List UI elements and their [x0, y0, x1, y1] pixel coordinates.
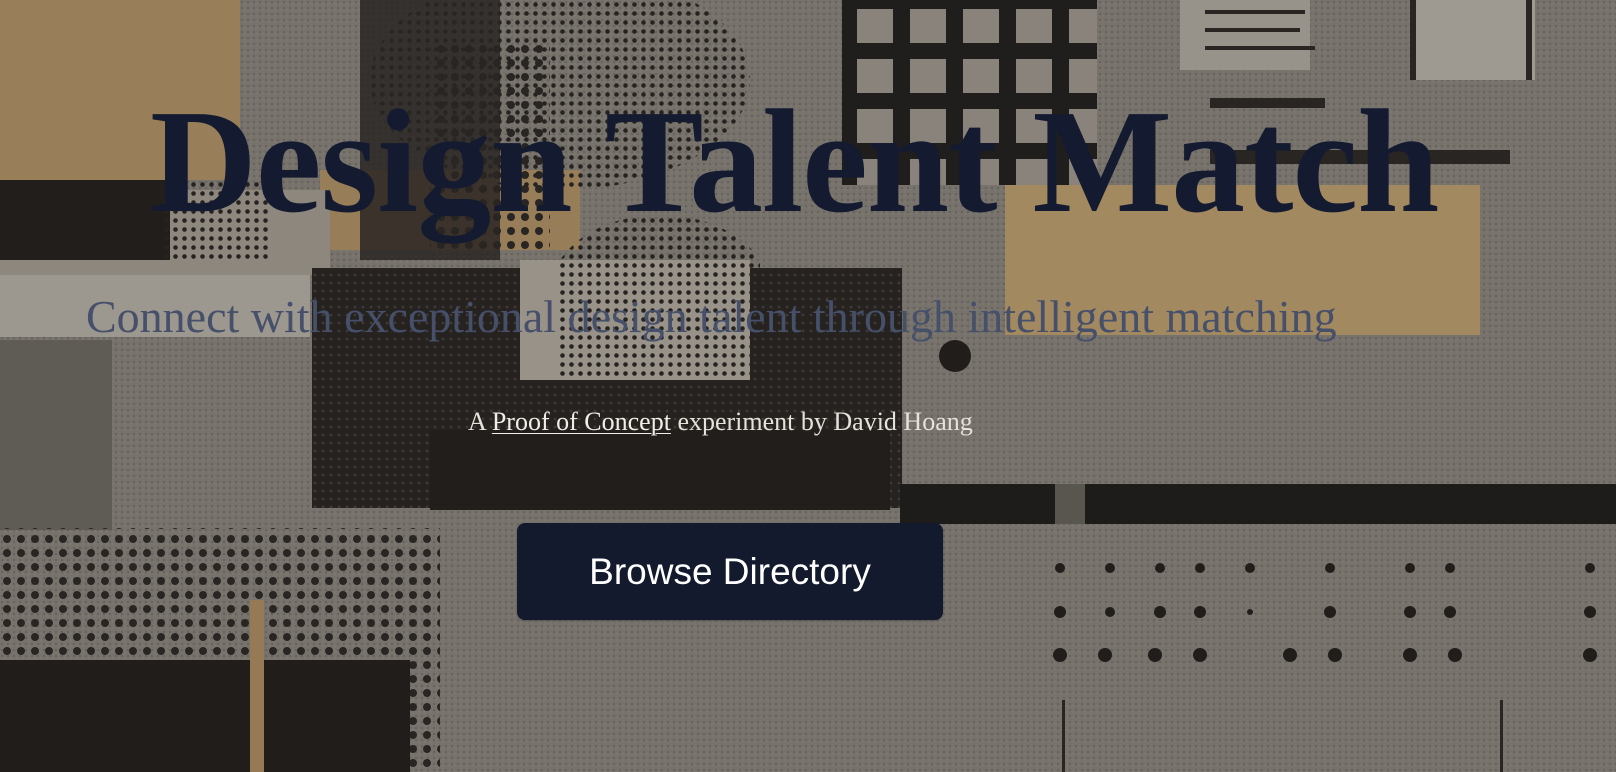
hero-content: Design Talent Match Connect with excepti… [0, 0, 1616, 772]
credit-line: A Proof of Concept experiment by David H… [468, 406, 973, 437]
proof-of-concept-link[interactable]: Proof of Concept [492, 407, 671, 436]
credit-suffix: experiment by David Hoang [677, 407, 973, 436]
hero-section: Design Talent Match Connect with excepti… [0, 0, 1616, 772]
credit-prefix: A [468, 407, 486, 436]
page-title: Design Talent Match [150, 80, 1439, 244]
page-subtitle: Connect with exceptional design talent t… [86, 291, 1337, 342]
browse-directory-button[interactable]: Browse Directory [517, 523, 943, 620]
